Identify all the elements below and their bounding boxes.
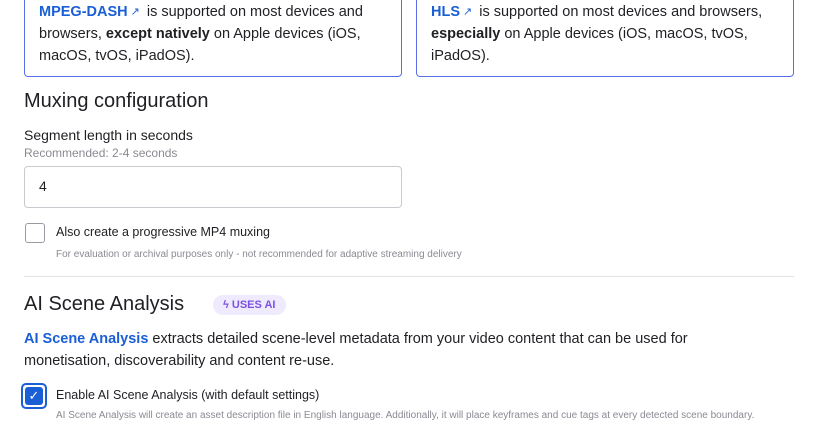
hls-card: HLS ↗ is supported on most devices and br… bbox=[416, 0, 794, 77]
mp4-muxing-checkbox[interactable] bbox=[25, 223, 45, 243]
external-link-icon: ↗ bbox=[463, 6, 473, 18]
external-link-icon: ↗ bbox=[130, 6, 140, 18]
ai-scene-analysis-link[interactable]: AI Scene Analysis bbox=[24, 331, 148, 347]
divider bbox=[24, 276, 794, 277]
segment-label: Segment length in seconds bbox=[24, 127, 193, 143]
mp4-muxing-label: Also create a progressive MP4 muxing bbox=[56, 225, 270, 239]
mpeg-dash-link[interactable]: MPEG-DASH bbox=[39, 4, 128, 20]
lightning-icon: ϟ bbox=[223, 299, 232, 311]
mp4-muxing-hint: For evaluation or archival purposes only… bbox=[56, 249, 462, 260]
enable-ai-checkbox[interactable]: ✓ bbox=[21, 383, 47, 409]
muxing-title: Muxing configuration bbox=[24, 90, 209, 112]
checkmark-icon: ✓ bbox=[25, 387, 43, 405]
segment-length-input[interactable]: 4 bbox=[24, 166, 402, 208]
enable-ai-hint: AI Scene Analysis will create an asset d… bbox=[56, 410, 755, 421]
ai-description: AI Scene Analysis extracts detailed scen… bbox=[24, 331, 688, 369]
hls-link[interactable]: HLS bbox=[431, 4, 460, 20]
uses-ai-badge: ϟ USES AI bbox=[213, 295, 286, 315]
ai-title: AI Scene Analysis bbox=[24, 293, 185, 315]
segment-hint: Recommended: 2-4 seconds bbox=[24, 146, 178, 160]
mpeg-dash-card: MPEG-DASH ↗ is supported on most devices … bbox=[24, 0, 402, 77]
enable-ai-label: Enable AI Scene Analysis (with default s… bbox=[56, 388, 320, 402]
